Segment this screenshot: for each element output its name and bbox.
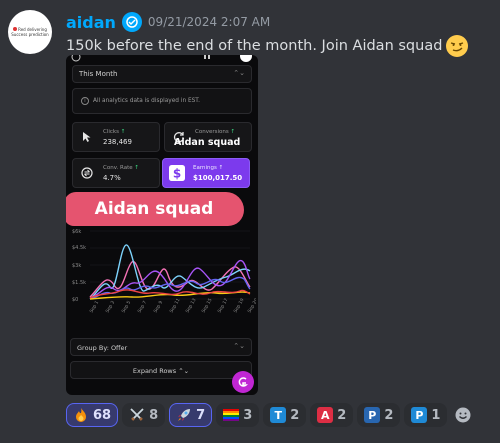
y-tick: $0: [72, 297, 78, 303]
clicks-label: Clicks: [103, 129, 119, 135]
rainbow-flag-icon: [223, 407, 240, 423]
avatar-dot: [13, 27, 18, 31]
trend-up-icon: ↑: [218, 165, 224, 171]
reaction-fire[interactable]: 68: [66, 403, 119, 427]
trend-up-icon: ↑: [230, 129, 236, 135]
floating-action-button[interactable]: [232, 371, 254, 393]
reaction-letter-t[interactable]: T 2: [263, 403, 307, 427]
x-tick: Sep 20: [247, 297, 256, 314]
x-tick: Sep 15: [201, 297, 214, 314]
series-line-2: [89, 244, 251, 300]
smirk-emoji-icon[interactable]: [446, 35, 469, 57]
overlay-caption-big: Aidan squad: [66, 192, 244, 226]
clicks-card[interactable]: Clicks ↑ 238,469: [72, 122, 160, 152]
reaction-count: 1: [431, 407, 441, 423]
letter-p-icon: P: [411, 407, 428, 423]
timezone-notice: i All analytics data is displayed in EST…: [72, 88, 252, 114]
x-tick: Sep 19: [233, 297, 246, 314]
letter-p-icon: P: [364, 407, 381, 423]
message-header: aidan 09/21/2024 2:07 AM: [66, 12, 270, 32]
reaction-rocket[interactable]: 7: [169, 403, 213, 427]
expand-rows-label: Expand Rows: [132, 367, 177, 375]
x-tick: Sep 13: [185, 297, 198, 314]
reaction-crossed-swords[interactable]: 8: [122, 403, 166, 427]
message-content: 150k before the end of the month. Join A…: [66, 35, 469, 57]
message-text: 150k before the end of the month. Join A…: [66, 38, 443, 54]
conv-rate-value: 4.7%: [103, 174, 121, 182]
reaction-count: 3: [243, 407, 253, 423]
swap-icon: [81, 167, 93, 179]
earnings-value: $100,017.50: [193, 174, 243, 182]
fire-icon: [73, 407, 89, 423]
notice-text: All analytics data is displayed in EST.: [93, 98, 200, 104]
y-tick: $4.5k: [72, 245, 86, 251]
trend-up-icon: ↑: [120, 129, 126, 135]
clicks-value: 238,469: [103, 138, 132, 146]
x-tick: Sep 17: [217, 297, 230, 314]
letter-a-icon: A: [317, 407, 334, 423]
earnings-line-chart: $6k $4.5k $3k $1.5k $0 Sep 1 Sep 3 Sep 5…: [72, 229, 256, 314]
earnings-label: Earnings: [193, 165, 217, 171]
reaction-letter-p[interactable]: P 2: [357, 403, 401, 427]
username[interactable]: aidan: [66, 13, 116, 32]
avatar[interactable]: Red delivering Success prediction: [8, 10, 52, 54]
reaction-letter-a[interactable]: A 2: [310, 403, 354, 427]
add-reaction-button[interactable]: [451, 403, 475, 427]
reaction-letter-p-2[interactable]: P 1: [404, 403, 448, 427]
phone-status-bar: [71, 55, 252, 62]
app-logo-icon: [238, 377, 248, 387]
reaction-count: 68: [93, 407, 112, 423]
reaction-rainbow-flag[interactable]: 3: [216, 403, 260, 427]
x-tick: Sep 3: [105, 300, 117, 314]
timestamp[interactable]: 09/21/2024 2:07 AM: [148, 15, 270, 29]
reaction-count: 7: [196, 407, 206, 423]
letter-t-icon: T: [270, 407, 287, 423]
x-tick: Sep 1: [89, 300, 101, 314]
reaction-count: 2: [384, 407, 394, 423]
group-by-label: Group By: Offer: [77, 344, 128, 352]
attached-screenshot[interactable]: This Month ⌃⌄ i All analytics data is di…: [66, 55, 258, 395]
overlay-caption-small: Aidan squad: [174, 137, 241, 148]
svg-text:$: $: [173, 167, 181, 181]
group-by-dropdown[interactable]: Group By: Offer ⌃⌄: [70, 338, 252, 356]
conversions-label: Conversions: [195, 129, 229, 135]
dollar-icon: $: [169, 165, 185, 181]
earnings-card[interactable]: $ Earnings ↑ $100,017.50: [162, 158, 250, 188]
reaction-count: 8: [149, 407, 159, 423]
info-icon: i: [81, 97, 89, 105]
expand-rows-button[interactable]: Expand Rows ⌃⌄: [70, 361, 252, 379]
y-tick: $3k: [72, 263, 81, 269]
reaction-count: 2: [337, 407, 347, 423]
server-badge-icon[interactable]: [121, 12, 142, 32]
rocket-icon: [176, 407, 192, 423]
reaction-count: 2: [290, 407, 300, 423]
period-dropdown[interactable]: This Month ⌃⌄: [72, 65, 252, 83]
period-label: This Month: [79, 70, 118, 78]
chevron-updown-icon: ⌃⌄: [233, 69, 245, 77]
conv-rate-label: Conv. Rate: [103, 165, 133, 171]
y-tick: $1.5k: [72, 280, 86, 286]
chevron-updown-icon: ⌃⌄: [178, 367, 190, 375]
chart-series: [89, 244, 251, 300]
conv-rate-card[interactable]: Conv. Rate ↑ 4.7%: [72, 158, 160, 188]
crossed-swords-icon: [129, 407, 145, 423]
reaction-bar: 68 8 7 3 T 2 A 2 P 2 P 1: [66, 403, 475, 427]
add-reaction-icon: [455, 407, 471, 423]
chevron-updown-icon: ⌃⌄: [233, 342, 245, 350]
x-tick: Sep 5: [121, 300, 133, 314]
trend-up-icon: ↑: [134, 165, 139, 171]
cursor-icon: [83, 132, 91, 142]
x-tick: Sep 7: [137, 300, 149, 314]
x-tick: Sep 9: [153, 300, 165, 314]
y-tick: $6k: [72, 229, 81, 235]
x-tick: Sep 11: [169, 297, 182, 314]
